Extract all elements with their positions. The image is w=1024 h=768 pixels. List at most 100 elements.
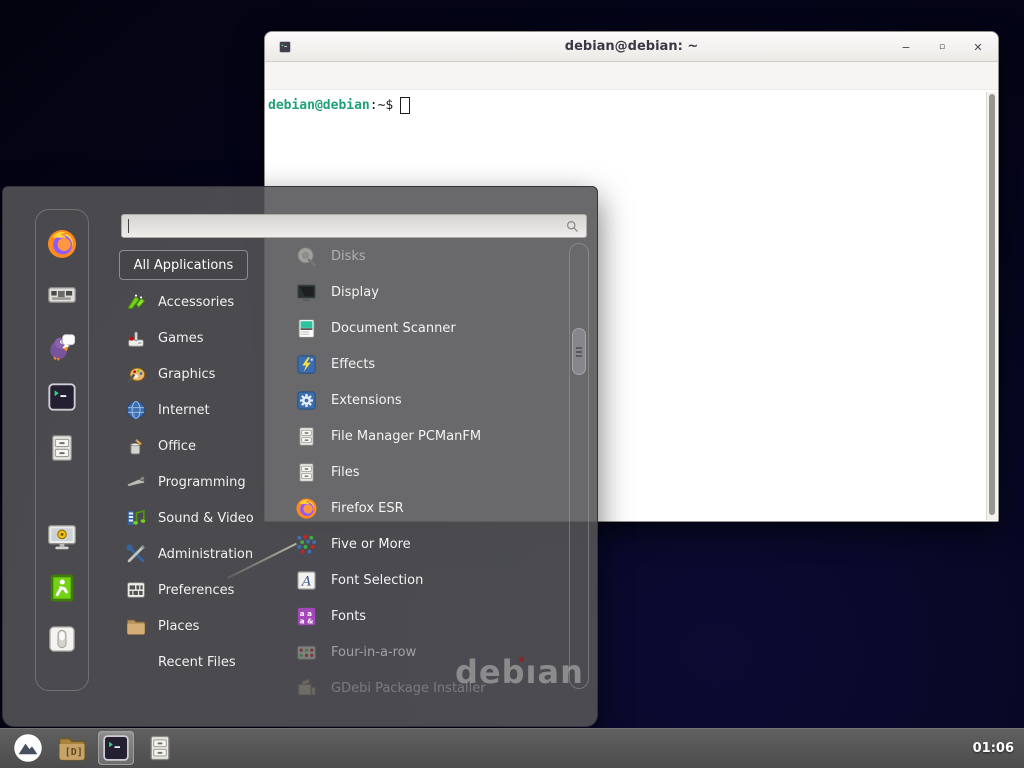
terminal-cursor (400, 97, 410, 114)
terminal-task-button[interactable] (98, 731, 134, 765)
places-icon (125, 615, 147, 637)
disks-icon (295, 245, 318, 268)
shutdown-icon (46, 623, 78, 655)
app-fonts[interactable]: a aa & Fonts (289, 598, 567, 634)
app-disks[interactable]: Disks (289, 238, 567, 274)
category-list: Accessories Games Graphics Internet Offi… (121, 284, 281, 680)
preferences-icon (125, 579, 147, 601)
app-list-scrollbar-thumb[interactable] (572, 328, 586, 375)
menu-search-box (121, 214, 587, 238)
file-cabinet-icon (46, 432, 78, 464)
file-cabinet-icon (145, 733, 175, 763)
prompt-user: debian@debian (268, 98, 370, 113)
volume-icon[interactable] (946, 739, 964, 757)
menu-help[interactable] (374, 72, 394, 80)
lock-screen-button[interactable] (44, 519, 80, 555)
terminal-launcher[interactable] (44, 379, 80, 415)
terminal-scrollbar-thumb[interactable] (989, 94, 995, 515)
administration-icon (125, 543, 147, 565)
app-document-scanner[interactable]: Document Scanner (289, 310, 567, 346)
category-recent-files[interactable]: Recent Files (121, 644, 281, 680)
app-files[interactable]: Files (289, 454, 567, 490)
programming-icon (125, 471, 147, 493)
folder-d-icon: [D] (57, 733, 87, 763)
pidgin-icon (46, 330, 78, 362)
taskbar: [D] 01:06 (0, 728, 1024, 768)
graphics-icon (125, 363, 147, 385)
category-office[interactable]: Office (121, 428, 281, 464)
shutdown-button[interactable] (44, 621, 80, 657)
logout-button[interactable] (44, 570, 80, 606)
terminal-menubar (265, 62, 998, 90)
app-display[interactable]: Display (289, 274, 567, 310)
terminal-window-icon (278, 40, 292, 54)
four-in-a-row-icon (295, 641, 318, 664)
menu-view[interactable] (314, 72, 334, 80)
file-cabinet-icon (295, 425, 318, 448)
keyboard-app-launcher[interactable] (44, 277, 80, 313)
menu-edit[interactable] (294, 72, 314, 80)
search-input[interactable] (129, 215, 565, 237)
app-file-manager-pcmanfm[interactable]: File Manager PCManFM (289, 418, 567, 454)
app-extensions[interactable]: Extensions (289, 382, 567, 418)
gdebi-icon (295, 677, 318, 700)
desktop-folder-launcher[interactable]: [D] (54, 731, 90, 765)
network-icon[interactable] (919, 739, 937, 757)
font-selection-icon: A (295, 569, 318, 592)
category-accessories[interactable]: Accessories (121, 284, 281, 320)
category-games[interactable]: Games (121, 320, 281, 356)
close-button[interactable]: ✕ (970, 39, 986, 55)
menu-logo-icon (13, 733, 43, 763)
svg-text:a &: a & (300, 616, 314, 625)
internet-icon (125, 399, 147, 421)
effects-icon (295, 353, 318, 376)
category-programming[interactable]: Programming (121, 464, 281, 500)
menu-file[interactable] (274, 72, 294, 80)
category-internet[interactable]: Internet (121, 392, 281, 428)
menu-button[interactable] (10, 731, 46, 765)
firefox-icon (295, 497, 318, 520)
file-cabinet-icon (295, 461, 318, 484)
office-icon (125, 435, 147, 457)
terminal-titlebar[interactable]: debian@debian: ~ − ▫ ✕ (265, 32, 998, 62)
file-manager-launcher[interactable] (44, 430, 80, 466)
svg-text:[D]: [D] (65, 747, 83, 758)
category-administration[interactable]: Administration (121, 536, 281, 572)
terminal-icon (101, 733, 131, 763)
all-applications-button[interactable]: All Applications (119, 250, 248, 280)
app-gdebi-package-installer[interactable]: GDebi Package Installer (289, 670, 567, 706)
menu-terminal[interactable] (354, 72, 374, 80)
extensions-icon (295, 389, 318, 412)
lock-screen-icon (46, 521, 78, 553)
keyboard-icon (46, 279, 78, 311)
maximize-button[interactable]: ▫ (934, 39, 950, 55)
terminal-scrollbar[interactable] (986, 92, 997, 520)
app-effects[interactable]: Effects (289, 346, 567, 382)
five-or-more-icon (295, 533, 318, 556)
application-menu: debıan All Applications Accessories Game… (2, 186, 598, 727)
games-icon (125, 327, 147, 349)
logout-icon (46, 572, 78, 604)
firefox-launcher[interactable] (44, 226, 80, 262)
terminal-prompt: debian@debian:~$ (265, 91, 998, 114)
app-five-or-more[interactable]: Five or More (289, 526, 567, 562)
app-four-in-a-row[interactable]: Four-in-a-row (289, 634, 567, 670)
prompt-path: :~$ (370, 98, 393, 113)
category-sound-video[interactable]: Sound & Video (121, 500, 281, 536)
menu-search[interactable] (334, 72, 354, 80)
application-list: Disks Display Document Scanner Effects E… (289, 238, 567, 706)
category-places[interactable]: Places (121, 608, 281, 644)
pidgin-launcher[interactable] (44, 328, 80, 364)
app-font-selection[interactable]: A Font Selection (289, 562, 567, 598)
search-icon (565, 219, 580, 234)
terminal-title: debian@debian: ~ (565, 39, 698, 54)
files-launcher[interactable] (142, 731, 178, 765)
minimize-button[interactable]: − (898, 39, 914, 55)
app-list-scrollbar[interactable] (569, 243, 589, 689)
app-firefox-esr[interactable]: Firefox ESR (289, 490, 567, 526)
category-preferences[interactable]: Preferences (121, 572, 281, 608)
clock[interactable]: 01:06 (973, 741, 1014, 756)
document-scanner-icon (295, 317, 318, 340)
category-graphics[interactable]: Graphics (121, 356, 281, 392)
fonts-icon: a aa & (295, 605, 318, 628)
